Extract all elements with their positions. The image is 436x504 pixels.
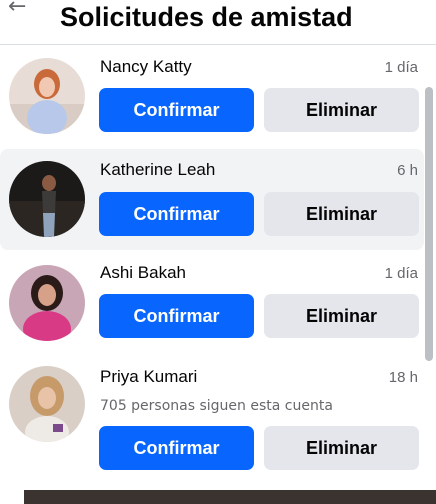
request-time: 6 h xyxy=(397,162,418,179)
request-time: 1 día xyxy=(384,265,418,282)
friend-request-item: Katherine Leah 6 h Confirmar Eliminar xyxy=(0,149,424,250)
confirm-button[interactable]: Confirmar xyxy=(99,426,254,470)
request-name[interactable]: Nancy Katty xyxy=(100,57,192,77)
header: ← Solicitudes de amistad xyxy=(0,0,436,45)
friend-request-list: Nancy Katty 1 día Confirmar Eliminar Kat… xyxy=(0,45,424,493)
follower-count-text: 705 personas siguen esta cuenta xyxy=(100,398,333,414)
avatar[interactable] xyxy=(9,366,85,442)
avatar[interactable] xyxy=(9,58,85,134)
request-name[interactable]: Ashi Bakah xyxy=(100,263,186,283)
friend-request-item: Priya Kumari 18 h 705 personas siguen es… xyxy=(0,354,424,493)
friend-request-item: Nancy Katty 1 día Confirmar Eliminar xyxy=(0,45,424,147)
page-title: Solicitudes de amistad xyxy=(60,2,353,32)
avatar[interactable] xyxy=(9,265,85,341)
delete-button[interactable]: Eliminar xyxy=(264,426,419,470)
delete-button[interactable]: Eliminar xyxy=(264,294,419,338)
request-name[interactable]: Katherine Leah xyxy=(100,160,215,180)
delete-button[interactable]: Eliminar xyxy=(264,192,419,236)
bottom-edge xyxy=(0,490,436,504)
confirm-button[interactable]: Confirmar xyxy=(99,294,254,338)
request-name[interactable]: Priya Kumari xyxy=(100,367,197,387)
request-time: 18 h xyxy=(388,369,418,386)
avatar[interactable] xyxy=(9,161,85,237)
request-time: 1 día xyxy=(384,59,418,76)
scrollbar-thumb[interactable] xyxy=(425,87,433,361)
confirm-button[interactable]: Confirmar xyxy=(99,192,254,236)
confirm-button[interactable]: Confirmar xyxy=(99,88,254,132)
friend-request-item: Ashi Bakah 1 día Confirmar Eliminar xyxy=(0,251,424,353)
back-arrow-icon[interactable]: ← xyxy=(8,0,26,19)
delete-button[interactable]: Eliminar xyxy=(264,88,419,132)
